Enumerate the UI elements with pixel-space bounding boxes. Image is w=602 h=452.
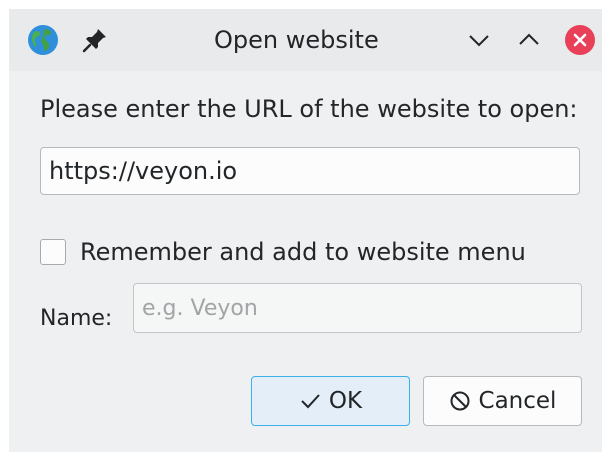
close-icon xyxy=(573,33,587,47)
window-title: Open website xyxy=(214,26,379,54)
chevron-down-icon[interactable] xyxy=(467,28,491,52)
cancel-label: Cancel xyxy=(478,388,557,414)
pin-icon[interactable] xyxy=(81,26,109,54)
remember-option[interactable]: Remember and add to website menu xyxy=(40,234,526,270)
cancel-icon xyxy=(450,391,470,411)
remember-checkbox[interactable] xyxy=(40,239,66,265)
chevron-up-icon[interactable] xyxy=(517,28,541,52)
ok-label: OK xyxy=(328,388,363,414)
ok-button[interactable]: OK xyxy=(251,376,410,426)
url-prompt-label: Please enter the URL of the website to o… xyxy=(40,95,578,123)
open-website-dialog: Open website Please enter the URL of the… xyxy=(9,9,602,452)
cancel-button[interactable]: Cancel xyxy=(423,376,582,426)
remember-label: Remember and add to website menu xyxy=(80,238,526,266)
globe-icon xyxy=(28,25,58,55)
title-bar[interactable]: Open website xyxy=(9,9,602,71)
close-button[interactable] xyxy=(565,25,595,55)
name-label: Name: xyxy=(40,306,113,331)
url-input[interactable] xyxy=(40,147,580,195)
name-input[interactable] xyxy=(133,283,582,333)
checkmark-icon xyxy=(301,394,320,409)
